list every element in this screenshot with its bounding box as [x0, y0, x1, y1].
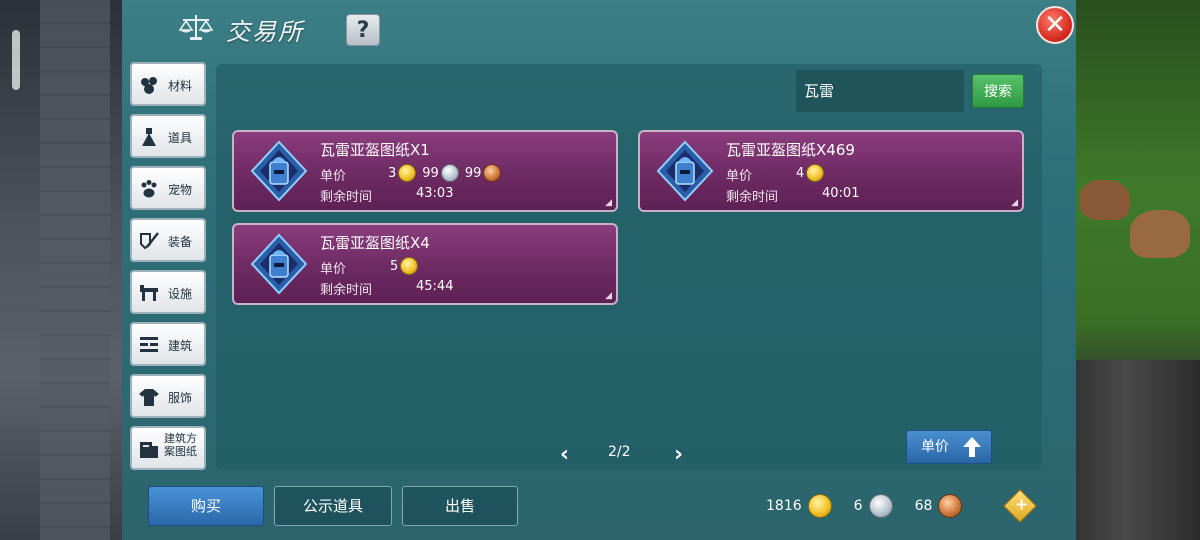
tab-buildings[interactable]: 建筑 [130, 322, 206, 366]
search-input[interactable]: 瓦雷 [796, 70, 964, 112]
wallet-silver-amount: 6 [853, 498, 863, 514]
wallet-gold-amount: 1816 [766, 498, 802, 514]
tab-label: 设施 [168, 287, 193, 301]
tab-items[interactable]: 道具 [130, 114, 206, 158]
gold-coin-icon [806, 164, 825, 182]
price-label: 单价 [320, 262, 347, 277]
tab-label: 建筑 [168, 339, 193, 353]
tab-label: 材料 [168, 79, 193, 93]
gold-amount: 4 [796, 165, 805, 181]
blueprint-item-icon [250, 140, 308, 202]
prev-page-button[interactable]: ‹ [560, 442, 569, 467]
sort-up-arrow-icon [963, 437, 981, 457]
time-remaining: 45:44 [416, 279, 454, 294]
title-bar: 交易所 ? ✕ [122, 0, 1076, 56]
public-items-button[interactable]: 公示道具 [274, 486, 392, 526]
scroll-indicator[interactable] [12, 30, 20, 90]
blueprint-item-icon [250, 233, 308, 295]
plus-icon: + [1014, 494, 1029, 514]
rock [1130, 210, 1190, 258]
listing-card[interactable]: 瓦雷亚盔图纸X4 单价 5 剩余时间 45:44 ◢ [232, 223, 618, 305]
item-name: 瓦雷亚盔图纸X469 [726, 141, 855, 159]
page-indicator: 2/2 [608, 444, 631, 460]
close-button[interactable]: ✕ [1036, 6, 1074, 44]
clothing-icon [139, 389, 159, 406]
window-title: 交易所 [226, 18, 304, 46]
copper-coin-icon [483, 164, 502, 182]
price-values: 5 [390, 257, 419, 275]
price-label: 单价 [320, 169, 347, 184]
rock [1080, 180, 1130, 220]
silver-amount: 99 [422, 165, 439, 181]
tab-equipment[interactable]: 装备 [130, 218, 206, 262]
building-icon [140, 337, 158, 352]
sort-label: 单价 [921, 439, 949, 455]
materials-icon [141, 77, 157, 94]
tab-label: 建筑方案图纸 [164, 432, 197, 458]
tab-clothing[interactable]: 服饰 [130, 374, 206, 418]
silver-coin-icon [868, 494, 893, 518]
wallet-copper-amount: 68 [914, 498, 933, 514]
tab-facilities[interactable]: 设施 [130, 270, 206, 314]
background-wall [40, 0, 110, 540]
time-label: 剩余时间 [320, 283, 373, 298]
paw-icon [141, 180, 157, 198]
corner-mark-icon: ◢ [605, 291, 612, 301]
gold-coin-icon [398, 164, 417, 182]
tab-label: 装备 [168, 235, 193, 249]
next-page-button[interactable]: › [674, 442, 683, 467]
tab-materials[interactable]: 材料 [130, 62, 206, 106]
silver-coin-icon [440, 164, 459, 182]
background-wall [1075, 360, 1200, 540]
equipment-icon [140, 232, 159, 250]
copper-amount: 99 [464, 165, 482, 181]
copper-coin-icon [938, 494, 963, 518]
corner-mark-icon: ◢ [1011, 198, 1018, 208]
listing-card[interactable]: 瓦雷亚盔图纸X469 单价 4 剩余时间 40:01 ◢ [638, 130, 1024, 212]
facility-icon [140, 285, 158, 301]
add-currency-button[interactable]: + [1003, 489, 1037, 523]
tab-label: 服饰 [168, 391, 193, 405]
exchange-panel: 交易所 ? ✕ 材料 道具 宠物 装备 设施 建筑 服饰 建筑方案图纸 瓦雷 搜… [122, 0, 1076, 540]
time-label: 剩余时间 [320, 190, 373, 205]
scales-icon [178, 15, 214, 40]
wallet: 1816 6 68 [766, 494, 968, 518]
price-values: 4 [796, 164, 825, 182]
price-label: 单价 [726, 169, 753, 184]
background-right-scene [1075, 0, 1200, 540]
tab-label: 道具 [168, 131, 193, 145]
tab-label: 宠物 [168, 183, 193, 197]
time-remaining: 40:01 [822, 186, 860, 201]
search-button[interactable]: 搜索 [972, 74, 1024, 108]
corner-mark-icon: ◢ [605, 198, 612, 208]
blueprint-icon [140, 442, 158, 458]
item-icon [142, 128, 156, 146]
help-button[interactable]: ? [346, 14, 380, 46]
gold-coin-icon [400, 257, 419, 275]
time-remaining: 43:03 [416, 186, 454, 201]
listing-card[interactable]: 瓦雷亚盔图纸X1 单价 3 99 99 剩余时间 43:03 ◢ [232, 130, 618, 212]
tab-blueprints[interactable]: 建筑方案图纸 [130, 426, 206, 470]
gold-amount: 3 [388, 165, 397, 181]
buy-button[interactable]: 购买 [148, 486, 264, 526]
gold-amount: 5 [390, 258, 399, 274]
sort-by-price-button[interactable]: 单价 [906, 430, 992, 464]
time-label: 剩余时间 [726, 190, 779, 205]
sell-button[interactable]: 出售 [402, 486, 518, 526]
gold-coin-icon [807, 494, 832, 518]
item-name: 瓦雷亚盔图纸X4 [320, 234, 430, 252]
tab-pets[interactable]: 宠物 [130, 166, 206, 210]
price-values: 3 99 99 [388, 164, 502, 182]
item-name: 瓦雷亚盔图纸X1 [320, 141, 430, 159]
blueprint-item-icon [656, 140, 714, 202]
listing-area: 瓦雷 搜索 瓦雷亚盔图纸X1 单价 3 99 99 剩余时间 43:03 ◢ 瓦… [216, 64, 1042, 470]
